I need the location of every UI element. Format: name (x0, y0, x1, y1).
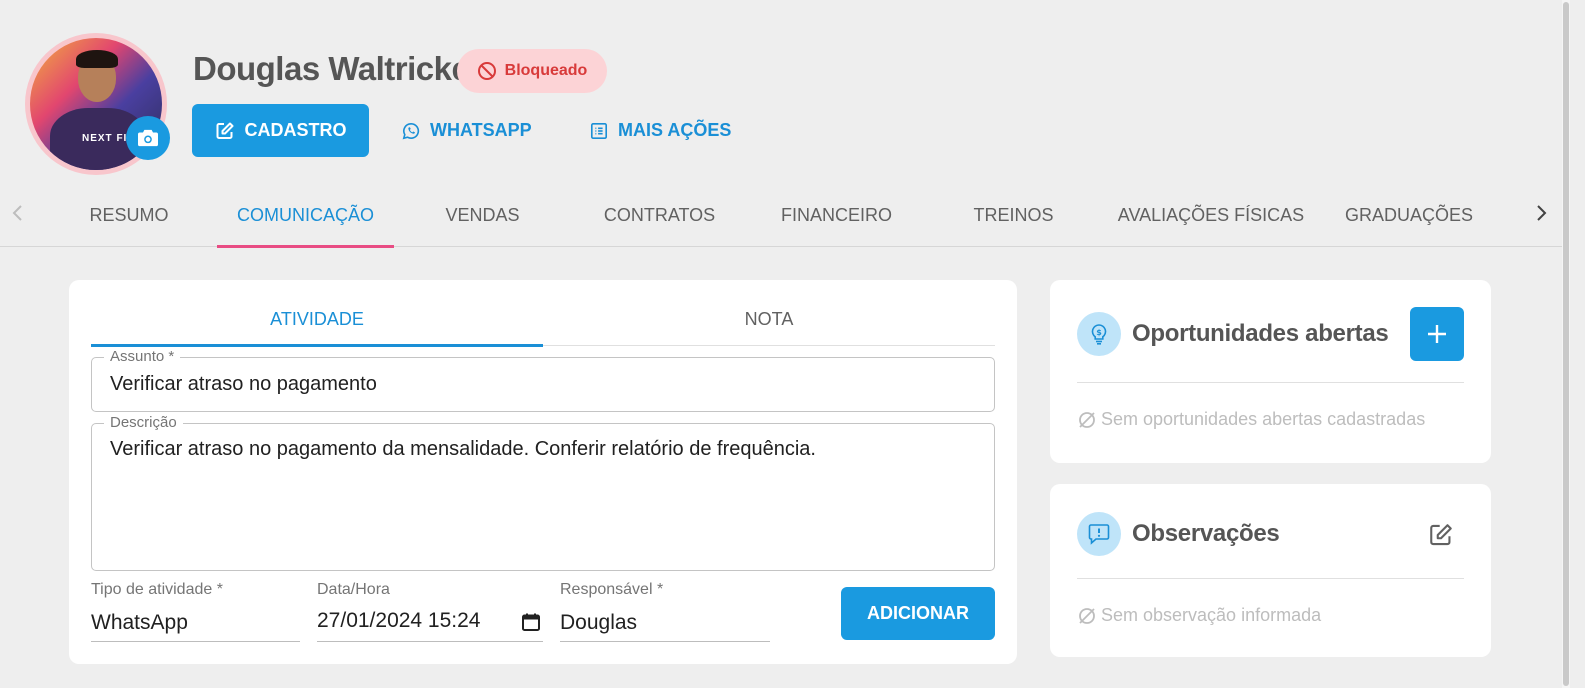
observations-card: Observações Sem observação informada (1050, 484, 1491, 657)
divider (1077, 578, 1464, 579)
tab-financeiro[interactable]: FINANCEIRO (748, 183, 925, 247)
tipo-atividade-select[interactable]: Tipo de atividade * WhatsApp (91, 581, 300, 642)
tab-vendas[interactable]: VENDAS (394, 183, 571, 247)
activity-card: ATIVIDADE NOTA Assunto * Verificar atras… (69, 280, 1017, 664)
whatsapp-button[interactable]: WHATSAPP (402, 104, 532, 157)
observations-title: Observações (1132, 520, 1280, 547)
edit-icon (216, 122, 233, 139)
responsavel-select[interactable]: Responsável * Douglas (560, 581, 770, 642)
opportunities-card: $ Oportunidades abertas Sem oportunidade… (1050, 280, 1491, 463)
tab-label: CONTRATOS (603, 204, 716, 225)
tab-label: FINANCEIRO (780, 204, 892, 225)
edit-icon (1430, 524, 1452, 546)
tab-label: AVALIAÇÕES FÍSICAS (1117, 204, 1305, 225)
responsavel-value: Douglas (560, 611, 638, 634)
tipo-atividade-label: Tipo de atividade * (91, 581, 223, 598)
tabs-scroll-right[interactable] (1529, 201, 1553, 225)
avatar-hair (76, 50, 118, 68)
responsavel-label: Responsável * (560, 581, 664, 598)
opportunities-empty-text: Sem oportunidades abertas cadastradas (1101, 409, 1426, 429)
assunto-label: Assunto * (104, 348, 181, 365)
descricao-label: Descrição (104, 414, 183, 431)
descricao-field[interactable]: Descrição Verificar atraso no pagamento … (91, 414, 995, 571)
calendar-icon[interactable] (521, 612, 541, 632)
status-badge-label: Bloqueado (504, 62, 588, 79)
tab-avaliacoes-fisicas[interactable]: AVALIAÇÕES FÍSICAS (1102, 183, 1320, 247)
block-icon (477, 62, 496, 80)
page-scrollbar[interactable] (1562, 0, 1570, 688)
tabs-scroll-left[interactable] (6, 201, 30, 225)
plus-icon (1428, 325, 1446, 343)
tab-label: TREINOS (973, 204, 1054, 225)
chevron-left-icon (12, 205, 22, 221)
profile-name: Douglas Waltricke (193, 50, 470, 87)
lightbulb-dollar-icon: $ (1077, 312, 1121, 356)
adicionar-button[interactable]: ADICIONAR (841, 587, 995, 640)
descricao-textarea[interactable]: Verificar atraso no pagamento da mensali… (110, 438, 976, 461)
data-hora-value: 27/01/2024 15:24 (317, 609, 481, 632)
chevron-right-icon (1537, 205, 1547, 221)
tab-graduacoes[interactable]: GRADUAÇÕES (1320, 183, 1498, 247)
tipo-atividade-value: WhatsApp (91, 611, 188, 634)
observations-empty-text: Sem observação informada (1101, 605, 1322, 625)
list-icon (590, 122, 608, 139)
activity-subtabs: ATIVIDADE NOTA (91, 292, 995, 347)
subtab-atividade[interactable]: ATIVIDADE (91, 292, 543, 347)
whatsapp-button-label: WHATSAPP (430, 120, 532, 140)
subtab-nota[interactable]: NOTA (543, 292, 995, 346)
cadastro-button[interactable]: CADASTRO (192, 104, 369, 157)
tab-resumo[interactable]: RESUMO (41, 183, 217, 247)
more-actions-button-label: MAIS AÇÕES (618, 120, 732, 140)
assunto-field[interactable]: Assunto * Verificar atraso no pagamento (91, 348, 995, 412)
tab-contratos[interactable]: CONTRATOS (571, 183, 748, 247)
subtab-label: NOTA (744, 308, 794, 329)
divider (1077, 382, 1464, 383)
observations-empty-state: Sem observação informada (1077, 605, 1321, 626)
opportunities-empty-state: Sem oportunidades abertas cadastradas (1077, 409, 1425, 430)
tab-label: GRADUAÇÕES (1344, 204, 1474, 225)
assunto-input[interactable]: Verificar atraso no pagamento (110, 373, 377, 396)
add-opportunity-button[interactable] (1410, 307, 1464, 361)
data-hora-label: Data/Hora (317, 581, 390, 598)
edit-observations-button[interactable] (1424, 518, 1458, 552)
empty-set-icon (1079, 607, 1095, 624)
subtab-label: ATIVIDADE (270, 308, 364, 329)
opportunities-title: Oportunidades abertas (1132, 320, 1389, 347)
tab-label: VENDAS (445, 204, 520, 225)
empty-set-icon (1079, 411, 1095, 428)
tab-treinos[interactable]: TREINOS (925, 183, 1102, 247)
profile-tabs: RESUMO COMUNICAÇÃO VENDAS CONTRATOS FINA… (0, 183, 1562, 248)
data-hora-input[interactable]: Data/Hora 27/01/2024 15:24 (317, 581, 543, 642)
cadastro-button-label: CADASTRO (244, 120, 347, 140)
tab-label: COMUNICAÇÃO (236, 204, 374, 225)
tab-comunicacao[interactable]: COMUNICAÇÃO (217, 183, 394, 248)
tab-label: RESUMO (89, 204, 169, 225)
status-badge: Bloqueado (457, 49, 607, 93)
comment-alert-icon (1077, 512, 1121, 556)
camera-icon (138, 129, 158, 147)
svg-text:$: $ (1096, 328, 1102, 337)
whatsapp-icon (402, 122, 420, 139)
more-actions-button[interactable]: MAIS AÇÕES (590, 104, 731, 157)
scrollbar-thumb[interactable] (1563, 2, 1569, 686)
change-photo-button[interactable] (126, 116, 170, 160)
